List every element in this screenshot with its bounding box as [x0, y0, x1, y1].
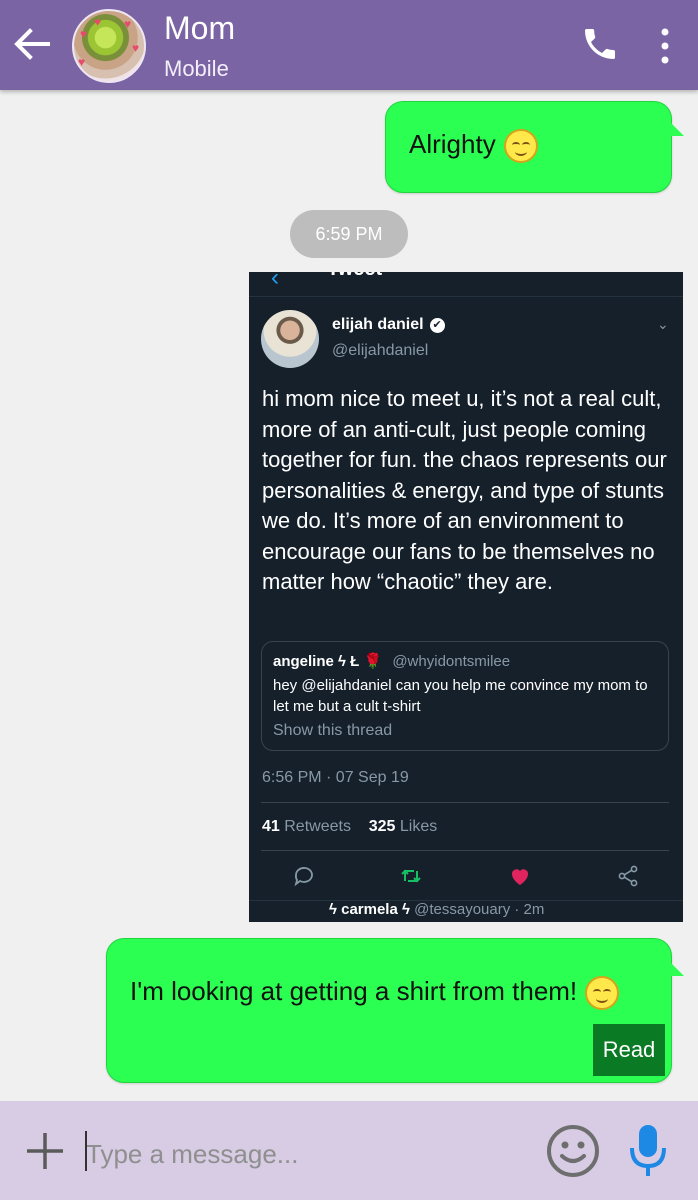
text-cursor: [85, 1131, 87, 1171]
message-text-row: Alrighty: [409, 129, 538, 164]
show-thread-link: Show this thread: [273, 722, 393, 739]
message-text-row: I'm looking at getting a shirt from them…: [130, 976, 620, 1011]
next-reply-name: ϟ carmela ϟ: [329, 901, 410, 918]
conversation-header: ♥ ♥ ♥ ♥ ♥ Mom Mobile: [0, 0, 698, 90]
microphone-icon: [630, 1125, 666, 1176]
tweet-author-handle: @elijahdaniel: [332, 342, 429, 359]
share-icon: [618, 865, 638, 887]
tweet-author-name-text: elijah daniel: [332, 316, 424, 333]
heart-like-icon: [511, 869, 529, 885]
smiley-icon: [547, 1125, 599, 1177]
divider: [261, 850, 669, 851]
bubble-tail: [664, 956, 684, 976]
phone-icon: [585, 29, 615, 59]
divider: [261, 802, 669, 803]
heart-icon: ♥: [78, 55, 86, 69]
contact-number-type: Mobile: [164, 56, 229, 81]
likes-label: Likes: [399, 818, 438, 835]
tweet-back-icon: ‹: [271, 272, 279, 291]
heart-icon: ♥: [124, 17, 132, 31]
retweet-icon: [401, 869, 421, 883]
emoji-button[interactable]: [546, 1124, 600, 1178]
smiling-face-icon: [503, 129, 538, 164]
message-bubble-outgoing[interactable]: I'm looking at getting a shirt from them…: [106, 938, 672, 1083]
retweets-label: Retweets: [284, 818, 351, 835]
tweet-screenshot-image[interactable]: ‹ Tweet elijah daniel ✔ @elijahdaniel ⌄ h…: [249, 272, 683, 922]
quoted-tweet-handle: @whyidontsmilee: [392, 653, 511, 670]
voice-message-button[interactable]: [626, 1122, 670, 1178]
back-button[interactable]: [10, 22, 54, 66]
rose-icon: 🌹: [363, 653, 383, 670]
quoted-tweet-name: angeline ϟ Ł: [273, 653, 360, 670]
heart-icon: ♥: [132, 41, 140, 55]
tweet-header: ‹ Tweet: [249, 272, 683, 297]
bubble-tail: [664, 116, 684, 136]
contact-name[interactable]: Mom: [164, 10, 235, 46]
tweet-stats: 41 Retweets 325 Likes: [262, 818, 437, 836]
more-vert-icon: [661, 28, 669, 64]
next-reply-author: ϟ carmela ϟ @tessayouary · 2m: [329, 901, 544, 918]
tweet-author-name: elijah daniel ✔: [332, 316, 445, 334]
next-reply-handle: @tessayouary · 2m: [414, 901, 545, 918]
quoted-tweet-text: hey @elijahdaniel can you help me convin…: [273, 677, 648, 715]
contact-avatar[interactable]: ♥ ♥ ♥ ♥ ♥: [72, 9, 146, 83]
heart-icon: ♥: [94, 15, 102, 29]
next-reply-peek: ϟ carmela ϟ @tessayouary · 2m: [249, 900, 683, 922]
heart-icon: ♥: [80, 27, 88, 41]
tweet-header-title: Tweet: [327, 272, 382, 281]
timestamp-divider: 6:59 PM: [290, 210, 408, 258]
message-bubble-outgoing[interactable]: Alrighty: [385, 101, 672, 193]
verified-badge-icon: ✔: [429, 318, 445, 333]
arrow-back-icon: [14, 28, 50, 60]
more-options-button[interactable]: [650, 24, 680, 68]
read-status-badge: Read: [593, 1024, 665, 1076]
quoted-tweet-author: angeline ϟ Ł 🌹 @whyidontsmilee: [273, 652, 510, 670]
likes-count: 325: [368, 818, 396, 835]
attach-button[interactable]: [24, 1130, 66, 1172]
retweets-count: 41: [262, 818, 280, 835]
message-text: Alrighty: [409, 129, 496, 159]
tweet-text: hi mom nice to meet u, it’s not a real c…: [262, 386, 667, 594]
quoted-tweet: angeline ϟ Ł 🌹 @whyidontsmilee hey @elij…: [261, 641, 669, 751]
plus-icon: [27, 1133, 63, 1169]
tweet-timestamp: 6:56 PM · 07 Sep 19: [262, 769, 409, 786]
tweet-author-avatar: [261, 310, 319, 368]
message-input[interactable]: [84, 1128, 528, 1180]
call-button[interactable]: [580, 24, 620, 64]
chevron-down-icon: ⌄: [657, 316, 669, 332]
message-text: I'm looking at getting a shirt from them…: [130, 976, 578, 1006]
smiling-face-icon: [585, 976, 620, 1011]
reply-icon: [294, 867, 313, 887]
